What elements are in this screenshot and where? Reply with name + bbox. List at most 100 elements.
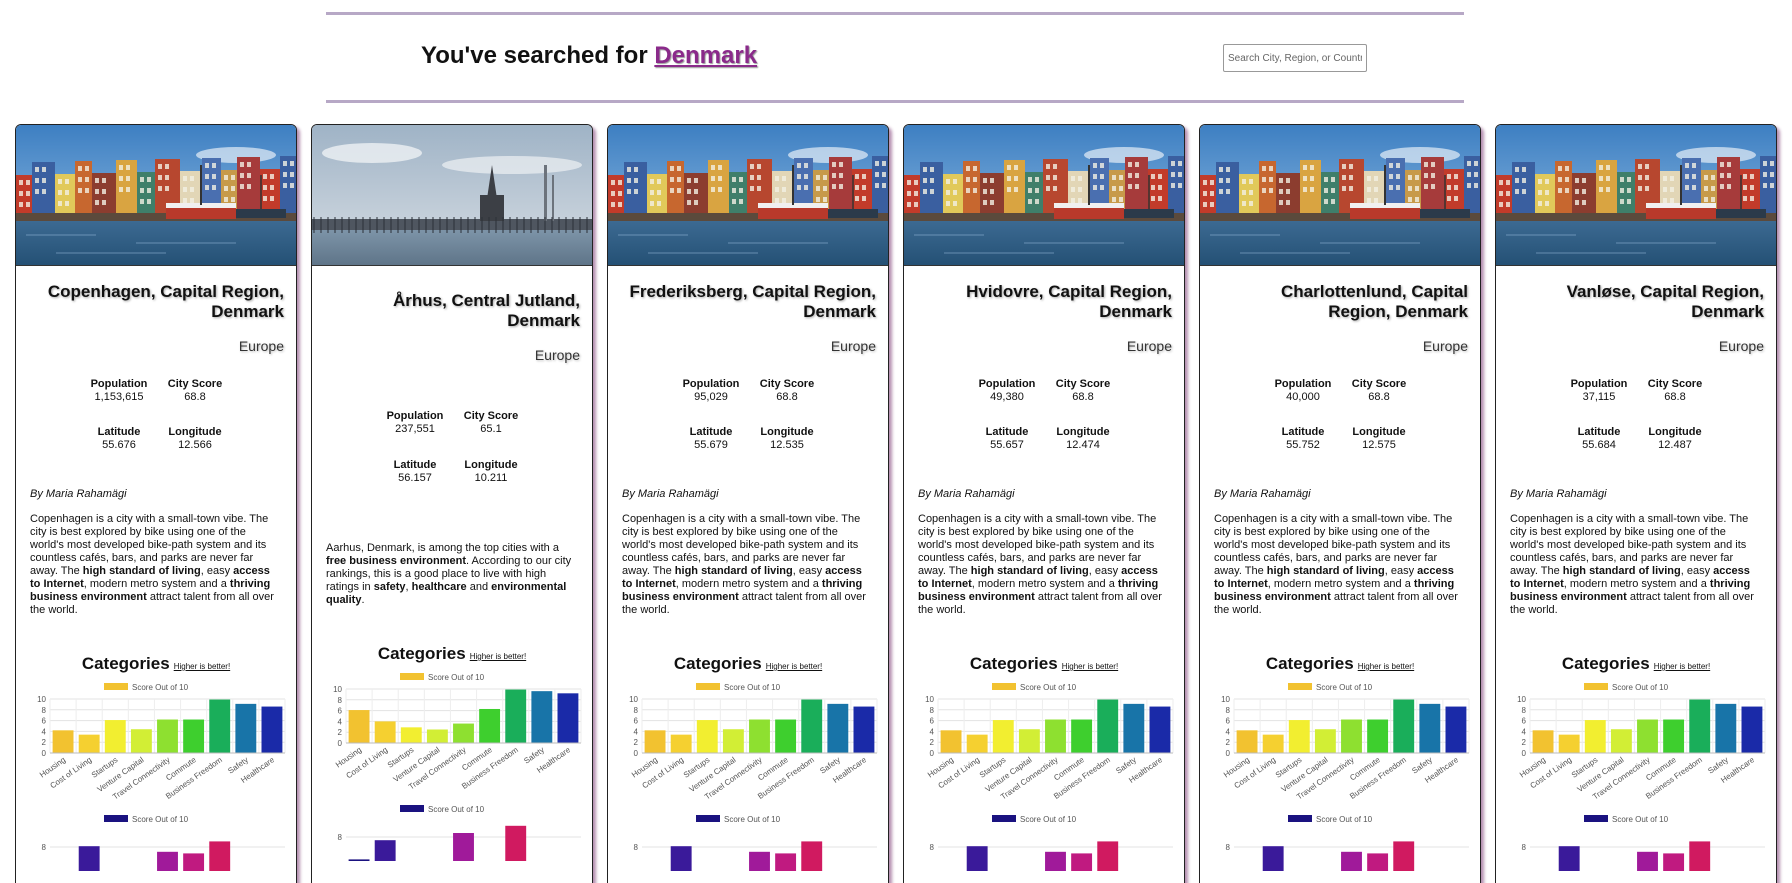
- city-card[interactable]: Århus, Central Jutland, Denmark Europe Pop…: [311, 124, 593, 883]
- stat-population: Population 1,153,615: [89, 378, 149, 404]
- stat-city-score: City Score 68.8: [757, 378, 817, 404]
- bar-secondary: [1262, 846, 1284, 883]
- secondary-bar-chart: Score Out of 10 8: [1522, 815, 1765, 883]
- categories-bar-chart: Score Out of 100246810HousingCost of Liv…: [629, 683, 878, 801]
- y-tick-label: 0: [634, 749, 639, 758]
- stat-city-score: City Score 68.8: [1053, 378, 1113, 404]
- higher-better-link[interactable]: Higher is better!: [174, 662, 230, 671]
- y-tick-label: 0: [1226, 749, 1231, 758]
- stat-population: Population 40,000: [1273, 378, 1333, 404]
- higher-better-link[interactable]: Higher is better!: [766, 662, 822, 671]
- search-query-link[interactable]: Denmark: [654, 42, 757, 69]
- stat-population: Population 237,551: [385, 410, 445, 436]
- y-tick-label: 0: [42, 749, 47, 758]
- legend-swatch: [992, 815, 1016, 822]
- y-tick-label: 8: [42, 843, 47, 852]
- bar-safety: [1123, 703, 1145, 753]
- city-name: Århus, Central Jutland, Denmark: [392, 291, 580, 330]
- photo-author: By Maria Rahamägi: [918, 488, 1015, 500]
- bar-cost-of-living: [78, 734, 100, 753]
- bar-secondary: [183, 853, 205, 883]
- stat-value: 68.8: [1368, 391, 1390, 403]
- bar-business-freedom: [1393, 699, 1415, 753]
- categories-bar-chart: Score Out of 100246810HousingCost of Liv…: [925, 683, 1174, 801]
- categories-heading: Categories Higher is better!: [904, 654, 1184, 674]
- stat-label: Population: [682, 378, 740, 390]
- stat-value: 68.8: [1072, 391, 1094, 403]
- secondary-bar-chart: Score Out of 10 8: [930, 815, 1173, 883]
- city-description: Copenhagen is a city with a small-town v…: [1214, 513, 1458, 616]
- stat-value: 40,000: [1286, 391, 1320, 403]
- search-header: You've searched for Denmark: [326, 0, 1464, 105]
- city-photo-frame: [1200, 125, 1480, 266]
- search-input[interactable]: [1223, 44, 1367, 72]
- bar-commute: [1663, 719, 1685, 753]
- y-tick-label: 2: [1522, 738, 1527, 747]
- stat-label: City Score: [167, 378, 223, 390]
- stat-value: 95,029: [694, 391, 728, 403]
- stat-city-score: City Score 68.8: [1349, 378, 1409, 404]
- y-tick-label: 8: [930, 843, 935, 852]
- y-tick-label: 8: [1522, 843, 1527, 852]
- bar-safety: [1419, 703, 1441, 753]
- categories-bar-chart: Score Out of 100246810HousingCost of Liv…: [1221, 683, 1470, 801]
- secondary-chart: Score Out of 10 8: [1210, 811, 1475, 883]
- higher-better-link[interactable]: Higher is better!: [1358, 662, 1414, 671]
- bar-secondary: [209, 841, 231, 883]
- bar-secondary: [1071, 853, 1093, 883]
- bar-startups: [400, 727, 422, 743]
- photo-author: By Maria Rahamägi: [1214, 488, 1311, 500]
- city-photo: [608, 125, 888, 265]
- stat-latitude: Latitude 56.157: [385, 459, 445, 485]
- photo-author: By Maria Rahamägi: [30, 488, 127, 500]
- stat-value: 237,551: [395, 423, 435, 435]
- categories-title: Categories: [81, 654, 170, 673]
- city-description: Aarhus, Denmark, is among the top cities…: [326, 542, 572, 606]
- stat-label: City Score: [759, 378, 815, 390]
- city-card[interactable]: Vanløse, Capital Region, Denmark Europe Po…: [1495, 124, 1777, 883]
- y-tick-label: 10: [925, 695, 934, 704]
- stat-city-score: City Score 68.8: [165, 378, 225, 404]
- bar-commute: [1367, 719, 1389, 753]
- categories-title: Categories: [673, 654, 762, 673]
- city-card[interactable]: Charlottenlund, Capital Region, Denmark E…: [1199, 124, 1481, 883]
- bar-healthcare: [1741, 706, 1763, 753]
- bar-secondary: [1663, 853, 1685, 883]
- higher-better-link[interactable]: Higher is better!: [1654, 662, 1710, 671]
- city-card[interactable]: Frederiksberg, Capital Region, Denmark Eu…: [607, 124, 889, 883]
- stat-population: Population 49,380: [977, 378, 1037, 404]
- bar-housing: [940, 730, 962, 753]
- city-card[interactable]: Copenhagen, Capital Region, Denmark Europ…: [15, 124, 297, 883]
- bar-commute: [1071, 719, 1093, 753]
- continent-label: Europe: [534, 347, 580, 363]
- bar-secondary: [78, 846, 100, 883]
- bar-venture-capital: [1314, 729, 1336, 753]
- city-card[interactable]: Hvidovre, Capital Region, Denmark Europe P…: [903, 124, 1185, 883]
- stat-label: City Score: [463, 410, 519, 422]
- bar-startups: [696, 720, 718, 753]
- bar-travel-connectivity: [749, 719, 770, 753]
- y-tick-label: 10: [1221, 695, 1230, 704]
- categories-heading: Categories Higher is better!: [312, 644, 592, 664]
- higher-better-link[interactable]: Higher is better!: [470, 652, 526, 661]
- bar-secondary: [749, 851, 770, 883]
- bar-secondary: [1097, 841, 1119, 883]
- y-tick-label: 6: [338, 707, 343, 716]
- categories-title: Categories: [1561, 654, 1650, 673]
- bar-commute: [183, 719, 205, 753]
- y-tick-label: 4: [634, 727, 639, 736]
- categories-heading: Categories Higher is better!: [1200, 654, 1480, 674]
- stat-longitude: Longitude 12.474: [1053, 426, 1113, 452]
- legend-swatch: [104, 815, 128, 822]
- y-tick-label: 8: [338, 833, 343, 842]
- legend-label: Score Out of 10: [1316, 815, 1373, 824]
- categories-chart: Score Out of 10 0 2 4 6 8 10 Housing Cost of Liv…: [322, 669, 587, 809]
- bar-secondary: [670, 846, 692, 883]
- stat-value: 55.684: [1582, 439, 1616, 451]
- city-photo-frame: [608, 125, 888, 266]
- stat-value: 56.157: [398, 472, 432, 484]
- bar-secondary: [775, 853, 797, 883]
- higher-better-link[interactable]: Higher is better!: [1062, 662, 1118, 671]
- stat-value: 49,380: [990, 391, 1024, 403]
- city-photo-frame: [312, 125, 592, 266]
